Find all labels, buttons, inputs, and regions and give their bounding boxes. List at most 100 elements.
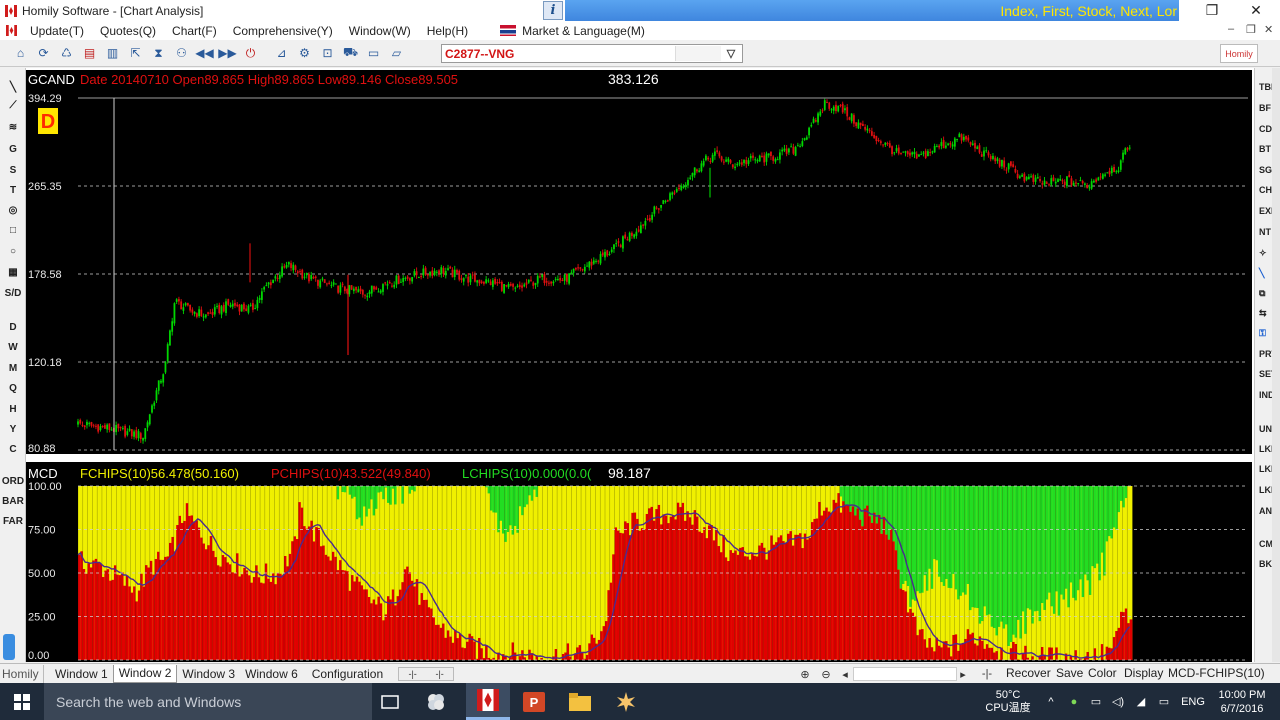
tool-s[interactable]: S [0,161,26,179]
powerpoint-icon[interactable]: P [512,683,556,720]
scale-icon[interactable]: ⊿ [271,43,292,64]
candle-body [417,277,420,279]
network-icon[interactable]: ⚇ [171,43,192,64]
scroll-left-icon[interactable]: ◂ [837,666,853,682]
menu-quotes[interactable]: Quotes(Q) [92,24,164,38]
close-window-button[interactable]: ✕ [1236,0,1276,21]
restore-window-button[interactable]: ❐ [1192,0,1232,21]
chevron-up-icon[interactable]: ^ [1042,683,1060,720]
message-icon[interactable]: ▭ [1154,683,1174,720]
period-daily[interactable]: D [0,318,26,336]
horizontal-scroll-track[interactable] [853,667,957,681]
folder-icon[interactable]: ▱ [386,43,407,64]
menu-chart[interactable]: Chart(F) [164,24,225,38]
tool-sd[interactable]: S/D [0,284,26,302]
menu-comprehensive[interactable]: Comprehensive(Y) [225,24,341,38]
tab-configuration[interactable]: Configuration [307,665,388,683]
period-quarterly[interactable]: Q [0,379,26,397]
period-half-year[interactable]: H [0,400,26,418]
line-tool-icon[interactable]: ╲ [0,78,26,96]
forward-icon[interactable]: ▶▶ [217,43,238,64]
recover-button[interactable]: Recover [1006,666,1051,680]
candle-body [1010,161,1012,166]
tab-window-2[interactable]: Window 2 [112,664,178,683]
save-button[interactable]: Save [1056,666,1083,680]
refresh-icon[interactable]: ⟳ [33,43,54,64]
info-button[interactable]: i [543,1,563,20]
folder-open-icon[interactable]: ▭ [363,43,384,64]
ray-tool-icon[interactable]: ⟋ [0,96,26,114]
tab-window-3[interactable]: Window 3 [177,665,240,683]
period-weekly[interactable]: W [0,338,26,356]
menu-update[interactable]: Update(T) [22,24,92,38]
home-icon[interactable]: ⌂ [10,43,31,64]
mdi-close-button[interactable]: ✕ [1264,23,1273,36]
menu-window[interactable]: Window(W) [341,24,419,38]
zoom-out-icon[interactable]: ⊖ [818,666,834,682]
menu-market-language[interactable]: Market & Language(M) [522,24,653,38]
frame-icon[interactable]: ⊡ [317,43,338,64]
period-custom[interactable]: C [0,440,26,458]
bar-chart-icon[interactable]: ▥ [102,43,123,64]
battery-icon[interactable]: ▭ [1086,683,1106,720]
tool-g[interactable]: G [0,140,26,158]
tool-ord[interactable]: ORD [0,472,26,490]
gear-icon[interactable]: ⚙ [294,43,315,64]
candle-body [765,153,768,162]
mcd-indicator-chart[interactable]: 100.00 75.00 50.00 25.00 0.00 MCD FCHIPS(10)56… [26,462,1252,662]
period-yearly[interactable]: Y [0,420,26,438]
candlestick-chart[interactable]: 394.29 265.35 178.58 120.18 80.88 GCAND Date 2… [26,70,1252,454]
tool-t[interactable]: T [0,181,26,199]
tab-window-6[interactable]: Window 6 [240,665,303,683]
period-monthly[interactable]: M [0,359,26,377]
file-explorer-icon[interactable] [558,683,602,720]
right-scrollbar[interactable] [1272,68,1280,662]
hourglass-icon[interactable]: ⧗ [148,43,169,64]
cart-icon[interactable]: ⛟ [340,43,361,64]
rectangle-tool-icon[interactable]: □ [0,221,26,239]
symbol-field-extra[interactable] [675,46,721,61]
scroll-right-icon[interactable]: ▸ [955,666,971,682]
clock[interactable]: 10:00 PM 6/7/2016 [1212,683,1272,720]
pchips-bar [485,645,489,660]
windows-start-icon[interactable] [0,683,44,720]
circle-tool-icon[interactable]: ○ [0,242,26,260]
symbol-selector[interactable]: C2877--VNG ▽ [441,44,743,63]
export-icon[interactable]: ⇱ [125,43,146,64]
taskbar-search-input[interactable]: Search the web and Windows [44,683,372,720]
parallel-tool-icon[interactable]: ≋ [0,118,26,136]
security-icon[interactable]: ● [1064,683,1084,720]
tab-homily[interactable]: Homily [0,664,44,683]
recycle-icon[interactable]: ♺ [56,43,77,64]
side-handle[interactable] [3,634,15,660]
volume-icon[interactable]: ◁) [1108,683,1128,720]
wifi-icon[interactable]: ◢ [1130,683,1152,720]
zoom-in-icon[interactable]: ⊕ [797,666,813,682]
language-indicator[interactable]: ENG [1176,683,1210,720]
paint-app-icon[interactable] [604,683,648,720]
spiral-tool-icon[interactable]: ◎ [0,201,26,219]
candle-body [281,266,283,277]
scroll-split-icon[interactable]: -|- [976,666,998,682]
candle-body [343,286,346,292]
homily-taskbar-icon[interactable] [466,683,510,720]
display-button[interactable]: Display [1124,666,1163,680]
fchips-bar [542,486,546,660]
tool-far[interactable]: FAR [0,512,26,530]
tab-window-1[interactable]: Window 1 [50,665,113,683]
menu-help[interactable]: Help(H) [419,24,476,38]
chevron-down-icon[interactable]: ▽ [720,45,742,62]
grid-tool-icon[interactable]: ▦ [0,263,26,281]
task-view-icon[interactable] [368,683,412,720]
mdi-restore-button[interactable]: ❐ [1246,23,1256,36]
app-flower-icon[interactable] [414,683,458,720]
mdi-minimize-button[interactable]: – [1228,23,1234,35]
split-control[interactable]: -|- -|- [398,666,455,681]
candle-chart-icon[interactable]: ▤ [79,43,100,64]
tool-bar[interactable]: BAR [0,492,26,510]
color-button[interactable]: Color [1088,666,1117,680]
candle-body [339,285,342,293]
rewind-icon[interactable]: ◀◀ [194,43,215,64]
lchips-bar [897,486,901,570]
power-icon[interactable]: ⏻ [240,43,261,64]
